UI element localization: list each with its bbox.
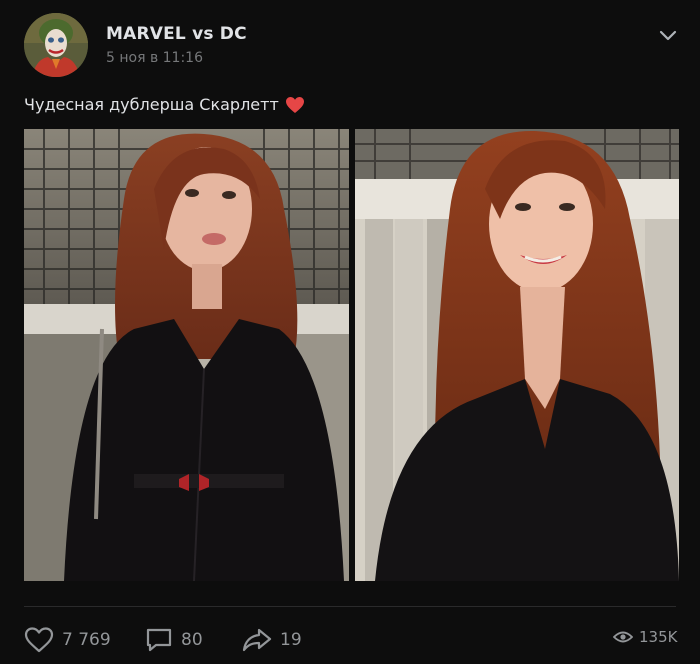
heart-outline-icon (24, 627, 54, 653)
post-text-content: Чудесная дублерша Скарлетт (24, 95, 279, 114)
like-button[interactable]: 7 769 (24, 626, 111, 654)
comment-icon (146, 628, 172, 652)
comments-count: 80 (181, 630, 203, 650)
views-count: 135K (639, 628, 678, 646)
share-arrow-icon (242, 628, 272, 652)
views-counter: 135K (613, 628, 677, 646)
eye-icon (613, 631, 633, 643)
photo-right[interactable] (355, 129, 679, 581)
heart-icon (285, 96, 305, 114)
photo-right-image (355, 129, 679, 581)
joker-avatar-image (24, 13, 88, 77)
shares-count: 19 (280, 630, 302, 650)
footer-divider (24, 606, 676, 607)
likes-count: 7 769 (62, 630, 111, 650)
author-name[interactable]: MARVEL vs DC (106, 24, 247, 44)
comment-button[interactable]: 80 (145, 626, 203, 654)
author-avatar[interactable] (24, 13, 88, 77)
chevron-down-icon[interactable] (656, 28, 680, 44)
post-date[interactable]: 5 ноя в 11:16 (106, 50, 203, 66)
post-text: Чудесная дублерша Скарлетт (24, 95, 305, 114)
photo-left[interactable] (24, 129, 349, 581)
post-card: MARVEL vs DC 5 ноя в 11:16 Чудесная дубл… (0, 0, 700, 664)
share-button[interactable]: 19 (242, 626, 302, 654)
photo-left-image (24, 129, 349, 581)
